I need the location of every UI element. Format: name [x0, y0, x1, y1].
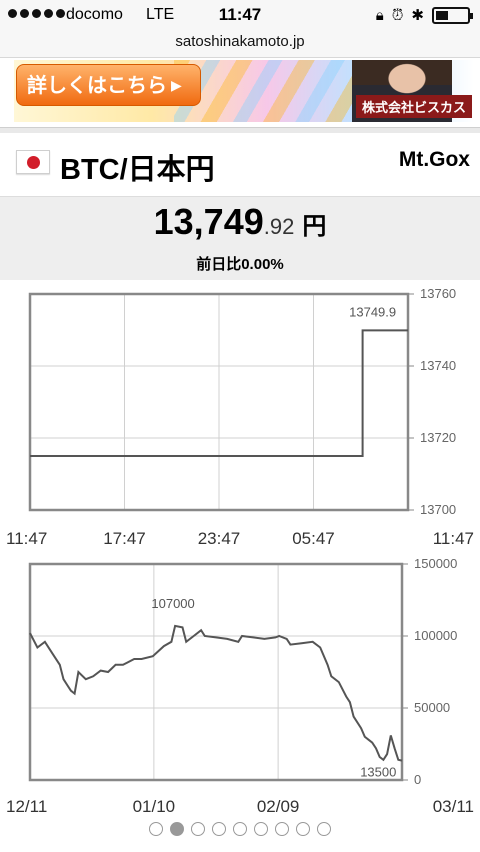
data-annotation: 107000 [151, 596, 194, 611]
page-indicator[interactable] [0, 822, 480, 836]
x-tick-label: 23:47 [198, 529, 241, 548]
y-tick-label: 150000 [414, 556, 457, 571]
price-unit: 円 [302, 213, 327, 240]
address-bar[interactable]: satoshinakamoto.jp [0, 30, 480, 58]
x-tick-label: 02/09 [257, 797, 300, 816]
page-dot[interactable] [296, 822, 310, 836]
currency-pair: BTC/日本円 [60, 154, 215, 186]
x-tick-label: 17:47 [103, 529, 146, 548]
x-tick-label: 12/11 [6, 797, 47, 816]
battery-icon [432, 6, 473, 24]
y-tick-label: 50000 [414, 700, 450, 715]
ad-decoration [174, 60, 374, 122]
price-line [29, 624, 403, 762]
y-tick-label: 100000 [414, 628, 457, 643]
page-dot[interactable] [170, 822, 184, 836]
bluetooth-icon: ✱ [411, 7, 424, 24]
ad-company-label: 株式会社ビスカス [355, 95, 472, 118]
price-decimal: .92 [263, 214, 295, 239]
x-tick-label: 05:47 [292, 529, 335, 548]
page-dot[interactable] [191, 822, 205, 836]
ticker-header: BTC/日本円 Mt.Gox [0, 134, 480, 194]
x-tick-label: 01/10 [133, 797, 176, 816]
plot-frame [28, 562, 404, 782]
divider [0, 127, 480, 133]
japan-flag-icon [16, 150, 50, 174]
price-panel: 13,749.92 円 前日比0.00% [0, 196, 480, 280]
current-price: 13,749.92 円 [0, 201, 480, 243]
y-tick-label: 13740 [420, 358, 456, 373]
intraday-chart[interactable]: 13700 13720 13740 13760 13749.9 11:47 17:47 23:… [0, 282, 480, 550]
ad-details-button[interactable]: 詳しくはこちら ▶ [16, 64, 201, 106]
page-dot[interactable] [275, 822, 289, 836]
day-change: 前日比0.00% [196, 256, 284, 273]
play-arrow-icon: ▶ [171, 77, 182, 93]
exchange-name: Mt.Gox [398, 148, 470, 171]
y-tick-label: 13720 [420, 430, 456, 445]
data-annotation: 13749.9 [349, 304, 396, 319]
page-dot[interactable] [317, 822, 331, 836]
page-dot[interactable] [212, 822, 226, 836]
page-dot[interactable] [149, 822, 163, 836]
status-icons: 🔒︎ ⏰︎ ✱ [375, 6, 473, 24]
alarm-icon: ⏰︎ [391, 6, 404, 24]
history-chart[interactable]: 0 50000 100000 150000 107000 13500 12/11 01/10 0… [0, 552, 480, 820]
x-tick-label: 03/11 [433, 797, 474, 816]
y-tick-label: 13700 [420, 502, 456, 517]
rotation-lock-icon: 🔒︎ [375, 6, 384, 24]
x-tick-label: 11:47 [433, 529, 474, 548]
status-bar: docomo LTE 11:47 🔒︎ ⏰︎ ✱ [0, 0, 480, 30]
screen: docomo LTE 11:47 🔒︎ ⏰︎ ✱ satoshinakamoto… [0, 0, 480, 852]
y-tick-label: 13760 [420, 286, 456, 301]
x-tick-label: 11:47 [6, 529, 47, 548]
ad-banner[interactable]: 詳しくはこちら ▶ 株式会社ビスカス [14, 60, 474, 122]
ad-button-label: 詳しくはこちら [27, 75, 167, 97]
data-annotation: 13500 [360, 765, 396, 780]
y-tick-label: 0 [414, 772, 421, 787]
page-dot[interactable] [233, 822, 247, 836]
page-dot[interactable] [254, 822, 268, 836]
price-integer: 13,749 [153, 201, 264, 242]
